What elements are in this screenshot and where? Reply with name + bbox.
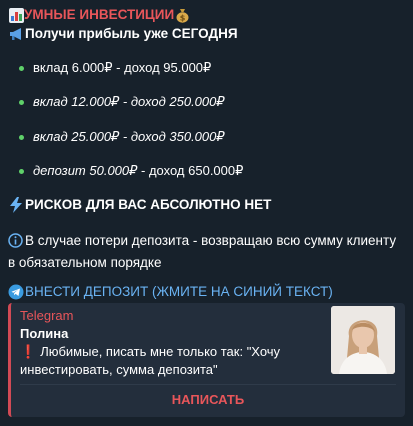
list-item-text: - доход 650.000₽: [137, 163, 244, 178]
list-item: вклад 6.000₽ - доход 95.000₽: [19, 60, 211, 76]
list-item-text: вклад 6.000₽ - доход 95.000₽: [33, 60, 212, 75]
message-title-row: УМНЫЕ ИНВЕСТИЦИИ $: [8, 5, 190, 25]
list-item: вклад 12.000₽ - доход 250.000₽: [19, 94, 225, 110]
list-item-text: вклад 25.000₽ - доход 350.000₽: [33, 129, 225, 144]
deposit-link-row[interactable]: ВНЕСТИ ДЕПОЗИТ (ЖМИТЕ НА СИНИЙ ТЕКСТ): [8, 282, 333, 302]
megaphone-icon: [8, 26, 24, 42]
info-text-line2: в обязательном порядке: [8, 255, 162, 270]
risk-text: РИСКОВ ДЛЯ ВАС АБСОЛЮТНО НЕТ: [25, 197, 272, 212]
money-bag-icon: $: [174, 7, 190, 23]
message-subtitle: Получи прибыль уже СЕГОДНЯ: [25, 26, 238, 41]
info-icon: [8, 233, 23, 253]
lightning-icon: [8, 197, 24, 213]
preview-photo: [331, 306, 395, 374]
preview-title: Полина: [20, 326, 69, 341]
link-preview-card[interactable]: Telegram Полина ❗ Любимые, писать мне тол…: [8, 303, 405, 417]
preview-description: ❗ Любимые, писать мне только так: "Хочу и…: [20, 343, 335, 379]
list-item-text-italic: депозит 50.000₽: [33, 163, 138, 178]
svg-text:$: $: [179, 13, 185, 22]
message-title: УМНЫЕ ИНВЕСТИЦИИ: [24, 7, 175, 22]
list-item: депозит 50.000₽ - доход 650.000₽: [19, 163, 243, 179]
preview-description-text: Любимые, писать мне только так: "Хочу ин…: [20, 344, 281, 377]
risk-line: РИСКОВ ДЛЯ ВАС АБСОЛЮТНО НЕТ: [8, 195, 271, 215]
bullet-dot-icon: [19, 134, 24, 140]
message-subtitle-row: Получи прибыль уже СЕГОДНЯ: [8, 24, 238, 44]
list-item: вклад 25.000₽ - доход 350.000₽: [19, 129, 225, 145]
telegram-icon: [8, 284, 24, 300]
deposit-link[interactable]: ВНЕСТИ ДЕПОЗИТ (ЖМИТЕ НА СИНИЙ ТЕКСТ): [25, 282, 333, 302]
bullet-dot-icon: [19, 65, 24, 71]
info-text-line1: В случае потери депозита - возвращаю всю…: [25, 233, 397, 248]
info-paragraph: В случае потери депозита - возвращаю всю…: [8, 231, 408, 272]
write-button[interactable]: НАПИСАТЬ: [11, 388, 405, 412]
exclamation-icon: ❗: [20, 344, 37, 359]
preview-site-name: Telegram: [20, 308, 74, 323]
list-item-text: вклад 12.000₽ - доход 250.000₽: [33, 94, 225, 109]
bullet-dot-icon: [19, 99, 24, 105]
preview-divider: [20, 384, 396, 385]
bullet-dot-icon: [19, 168, 24, 174]
bar-chart-icon: [8, 7, 24, 23]
